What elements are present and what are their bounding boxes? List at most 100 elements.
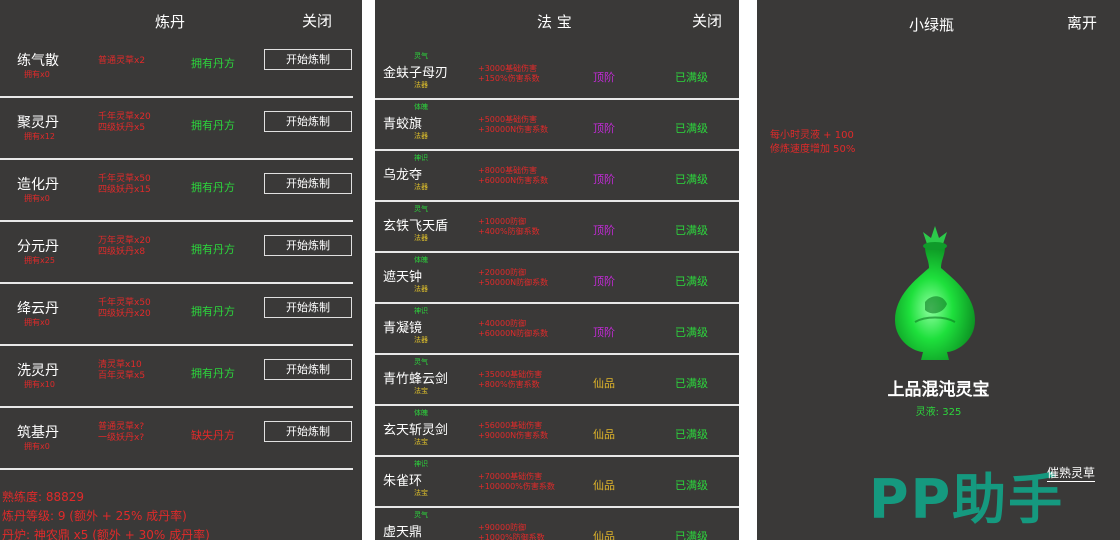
pill-materials: 清灵草x10 百年灵草x5 (98, 360, 145, 382)
effect-line: +56000基础伤害 (478, 421, 543, 430)
start-refine-button[interactable]: 开始炼制 (264, 359, 352, 380)
effect-line: +800%伤害系数 (478, 380, 540, 389)
material-line: 普通灵草x2 (98, 56, 146, 66)
effect-line: +40000防御 (478, 319, 527, 328)
treasure-effect: +5000基础伤害 +30000N伤害系数 (478, 115, 548, 135)
effect-line: +3000基础伤害 (478, 64, 538, 73)
treasure-effect: +56000基础伤害 +90000N伤害系数 (478, 421, 548, 441)
treasure-type: 神识 (414, 154, 428, 162)
material-line: 千年灵草x20 (98, 112, 151, 122)
treasure-grade: 仙品 (593, 479, 615, 492)
furnace-text: 丹炉: 神农鼎 x5 (额外 + 30% 成丹率) (2, 528, 210, 540)
effect-line: +50000N防御系数 (478, 278, 549, 287)
alchemy-panel: 炼丹 关闭 练气散 拥有x0 普通灵草x2 拥有丹方 开始炼制 聚灵丹 拥有x12 千年灵草x… (0, 0, 362, 540)
pill-row: 分元丹 拥有x25 万年灵草x20 四级妖丹x8 拥有丹方 开始炼制 (0, 222, 353, 284)
ripen-herb-button[interactable]: 催熟灵草 (1047, 464, 1096, 482)
alchemy-level-text: 炼丹等级: 9 (额外 + 25% 成丹率) (2, 509, 187, 523)
treasure-type: 灵气 (414, 52, 428, 60)
treasure-row: 神识 乌龙夺 法器 +8000基础伤害 +60000N伤害系数 顶阶 已满级 (375, 151, 739, 202)
treasure-category: 法器 (414, 81, 428, 89)
treasure-category: 法宝 (414, 387, 428, 395)
effect-line: +70000基础伤害 (478, 472, 543, 481)
material-line: 一级妖丹x? (98, 433, 145, 443)
treasure-row: 灵气 青竹蜂云剑 法宝 +35000基础伤害 +800%伤害系数 仙品 已满级 (375, 355, 739, 406)
effect-line: +60000N伤害系数 (478, 176, 549, 185)
pill-owned-count: 拥有x0 (24, 318, 50, 327)
treasure-type: 神识 (414, 307, 428, 315)
treasure-grade: 仙品 (593, 428, 615, 441)
treasure-grade: 顶阶 (593, 173, 615, 186)
effect-line: +20000防御 (478, 268, 527, 277)
pill-name: 聚灵丹 (17, 115, 59, 131)
treasure-grade: 仙品 (593, 530, 615, 540)
start-refine-button[interactable]: 开始炼制 (264, 297, 352, 318)
start-refine-button[interactable]: 开始炼制 (264, 49, 352, 70)
recipe-status: 缺失丹方 (191, 429, 235, 442)
pill-owned-count: 拥有x0 (24, 70, 50, 79)
treasure-row: 灵气 玄铁飞天盾 法器 +10000防御 +400%防御系数 顶阶 已满级 (375, 202, 739, 253)
bottle-name: 上品混沌灵宝 (887, 380, 990, 400)
pill-name: 绛云丹 (17, 301, 59, 317)
pill-materials: 千年灵草x50 四级妖丹x20 (98, 298, 151, 320)
treasure-row: 灵气虚天鼎法宝+90000防御+1000%防御系数仙品已满级 (375, 508, 739, 540)
material-line: 四级妖丹x5 (98, 123, 146, 133)
recipe-status: 拥有丹方 (191, 181, 235, 194)
treasure-close-button[interactable]: 关闭 (692, 10, 722, 31)
treasure-category: 法器 (414, 234, 428, 242)
pill-materials: 万年灵草x20 四级妖丹x8 (98, 236, 151, 258)
effect-line: +100000%伤害系数 (478, 482, 555, 491)
material-line: 万年灵草x20 (98, 236, 151, 246)
pill-owned-count: 拥有x12 (24, 132, 55, 141)
treasure-type: 神识 (414, 460, 428, 468)
treasure-effect: +3000基础伤害 +150%伤害系数 (478, 64, 540, 84)
alchemy-close-button[interactable]: 关闭 (302, 10, 332, 31)
material-line: 千年灵草x50 (98, 298, 151, 308)
treasure-row: 体魄 遮天钟 法器 +20000防御 +50000N防御系数 顶阶 已满级 (375, 253, 739, 304)
treasure-name: 朱雀环 (383, 474, 423, 489)
treasure-type: 灵气 (414, 511, 428, 519)
treasure-level: 已满级 (675, 530, 708, 540)
treasure-category: 法器 (414, 336, 428, 344)
bottle-title: 小绿瓶 (909, 16, 955, 34)
treasure-grade: 顶阶 (593, 71, 615, 84)
treasure-category: 法器 (414, 132, 428, 140)
pill-name: 分元丹 (17, 239, 59, 255)
start-refine-button[interactable]: 开始炼制 (264, 421, 352, 442)
start-refine-button[interactable]: 开始炼制 (264, 111, 352, 132)
start-refine-button[interactable]: 开始炼制 (264, 173, 352, 194)
treasure-type: 灵气 (414, 205, 428, 213)
treasure-grade: 顶阶 (593, 122, 615, 135)
treasure-grade: 仙品 (593, 377, 615, 390)
treasure-grade: 顶阶 (593, 224, 615, 237)
pill-owned-count: 拥有x25 (24, 256, 55, 265)
treasure-effect: +8000基础伤害 +60000N伤害系数 (478, 166, 548, 186)
treasure-panel: 法 宝 关闭 灵气 金蚨子母刃 法器 +3000基础伤害 +150%伤害系数 顶阶 已满级体… (375, 0, 739, 540)
material-line: 普通灵草x? (98, 422, 145, 432)
treasure-type: 体魄 (414, 409, 428, 417)
material-line: 四级妖丹x8 (98, 247, 146, 257)
pill-materials: 普通灵草x? 一级妖丹x? (98, 422, 144, 444)
leave-button[interactable]: 离开 (1067, 12, 1097, 33)
pill-owned-count: 拥有x10 (24, 380, 55, 389)
pill-name: 筑基丹 (17, 425, 59, 441)
pill-row: 练气散 拥有x0 普通灵草x2 拥有丹方 开始炼制 (0, 36, 353, 98)
treasure-category: 法宝 (414, 489, 428, 497)
treasure-level: 已满级 (675, 479, 708, 492)
effect-line: +150%伤害系数 (478, 74, 540, 83)
pill-owned-count: 拥有x0 (24, 442, 50, 451)
pill-name: 练气散 (17, 53, 59, 69)
treasure-name: 虚天鼎 (383, 525, 423, 540)
treasure-level: 已满级 (675, 71, 708, 84)
treasure-level: 已满级 (675, 224, 708, 237)
recipe-status: 拥有丹方 (191, 305, 235, 318)
treasure-grade: 顶阶 (593, 275, 615, 288)
treasure-effect: +40000防御 +60000N防御系数 (478, 319, 548, 339)
treasure-category: 法宝 (414, 438, 428, 446)
material-line: 千年灵草x50 (98, 174, 151, 184)
effect-line: +90000N伤害系数 (478, 431, 549, 440)
effect-line: +10000防御 (478, 217, 527, 226)
effect-line: +1000%防御系数 (478, 533, 545, 540)
treasure-effect: +10000防御 +400%防御系数 (478, 217, 540, 237)
start-refine-button[interactable]: 开始炼制 (264, 235, 352, 256)
treasure-category: 法器 (414, 285, 428, 293)
